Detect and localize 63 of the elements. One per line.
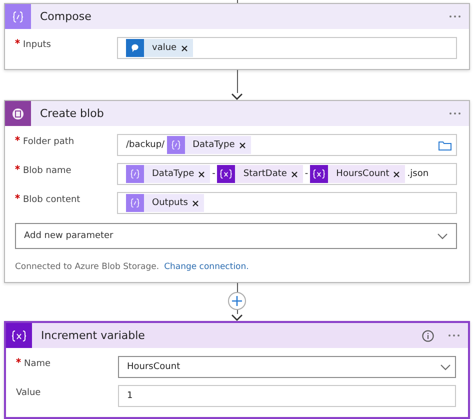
- field-label: Folder path: [23, 136, 76, 147]
- token-field[interactable]: Outputs: [117, 192, 457, 214]
- variable-icon: [11, 330, 27, 342]
- chevron-down-icon: [437, 232, 448, 240]
- variable-icon: [312, 169, 326, 179]
- field-label: Name: [24, 358, 52, 369]
- plus-icon: [232, 296, 242, 306]
- dynamic-token[interactable]: DataType: [126, 165, 210, 183]
- token-field[interactable]: DataType - StartDate - HoursCount .json: [117, 163, 457, 185]
- token-field[interactable]: value: [117, 37, 457, 59]
- chat-icon: [130, 43, 140, 53]
- expression-icon: [130, 169, 140, 179]
- card-title: Compose: [40, 10, 92, 23]
- add-parameter-dropdown[interactable]: Add new parameter: [15, 223, 457, 249]
- field-text: -: [212, 169, 216, 179]
- token-label: DataType: [151, 169, 196, 179]
- more-options-icon[interactable]: [448, 334, 460, 337]
- card-header[interactable]: Increment variable: [6, 323, 468, 348]
- dynamic-token[interactable]: DataType: [166, 136, 251, 154]
- token-label: DataType: [192, 140, 236, 150]
- change-connection-link[interactable]: Change connection.: [164, 262, 249, 272]
- connection-status: Connected to Azure Blob Storage.: [15, 262, 160, 272]
- required-icon: [15, 165, 20, 170]
- expression-icon: [12, 10, 24, 22]
- input-field[interactable]: 1: [118, 385, 456, 407]
- card-title: Increment variable: [41, 329, 146, 342]
- token-field[interactable]: /backup/ DataType: [117, 134, 457, 156]
- dynamic-token[interactable]: value: [126, 39, 193, 57]
- required-icon: [15, 39, 20, 44]
- chevron-down-icon: [440, 364, 451, 370]
- field-text: .json: [407, 169, 429, 179]
- variable-icon: [219, 169, 234, 179]
- field-label: Inputs: [23, 39, 52, 50]
- token-label: value: [151, 43, 178, 53]
- dropdown-value: HoursCount: [127, 362, 182, 372]
- field-text: -: [304, 169, 308, 179]
- required-icon: [15, 194, 20, 199]
- field-text: /backup/: [126, 140, 165, 150]
- field-label: Blob content: [23, 194, 82, 205]
- required-icon: [15, 136, 20, 141]
- add-step-button[interactable]: [228, 292, 246, 310]
- storage-icon: [12, 108, 24, 120]
- expression-icon: [170, 140, 181, 150]
- required-icon: [16, 358, 21, 363]
- dropdown[interactable]: HoursCount: [118, 356, 456, 378]
- token-label: StartDate: [242, 169, 288, 179]
- dynamic-token[interactable]: StartDate: [217, 165, 303, 183]
- info-icon[interactable]: [422, 330, 434, 342]
- field-label: Blob name: [23, 165, 72, 176]
- token-label: Outputs: [151, 198, 189, 208]
- dynamic-token[interactable]: Outputs: [126, 194, 204, 212]
- field-label: Value: [16, 387, 42, 398]
- card-header[interactable]: Create blob: [5, 101, 469, 126]
- folder-icon[interactable]: [438, 140, 452, 150]
- more-options-icon[interactable]: [449, 112, 461, 115]
- more-options-icon[interactable]: [449, 15, 461, 18]
- token-label: HoursCount: [335, 169, 390, 179]
- arrow-down-icon: [231, 93, 243, 100]
- expression-icon: [130, 198, 140, 208]
- arrow-down-icon: [231, 314, 243, 321]
- dynamic-token[interactable]: HoursCount: [310, 165, 406, 183]
- card-header[interactable]: Compose: [5, 4, 469, 29]
- card-title: Create blob: [40, 107, 105, 120]
